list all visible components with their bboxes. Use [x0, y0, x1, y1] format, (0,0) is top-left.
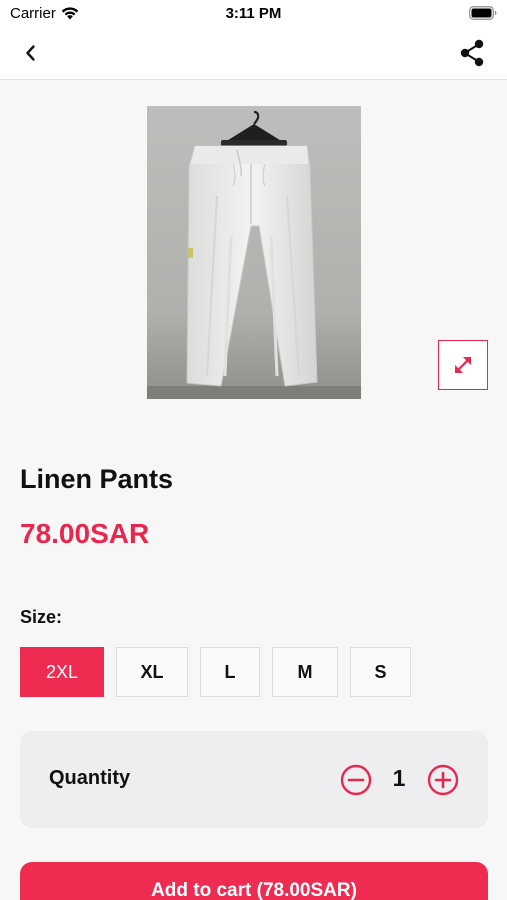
product-title: Linen Pants [20, 464, 174, 494]
size-option-xl[interactable]: XL [116, 647, 188, 697]
battery-icon [469, 6, 497, 20]
status-bar: Carrier 3:11 PM [0, 0, 507, 28]
add-to-cart-button[interactable]: Add to cart (78.00SAR) [20, 862, 488, 900]
expand-arrows-icon [455, 357, 471, 373]
quantity-label: Quantity [49, 767, 131, 789]
minus-circle-icon[interactable] [340, 764, 372, 796]
size-option-m[interactable]: M [272, 647, 338, 697]
size-option-2xl[interactable]: 2XL [20, 647, 104, 697]
size-label: Size: [20, 607, 63, 627]
quantity-card: Quantity 1 [20, 731, 488, 828]
product-price: 78.00SAR [20, 518, 150, 549]
quantity-value: 1 [392, 765, 406, 791]
expand-image-button[interactable] [438, 340, 488, 390]
chevron-left-icon[interactable] [18, 40, 44, 66]
plus-circle-icon[interactable] [427, 764, 459, 796]
status-time: 3:11 PM [225, 5, 282, 22]
size-option-s[interactable]: S [350, 647, 411, 697]
share-icon[interactable] [459, 39, 485, 67]
product-image [147, 106, 361, 399]
size-option-l[interactable]: L [200, 647, 260, 697]
nav-bar [0, 28, 507, 80]
